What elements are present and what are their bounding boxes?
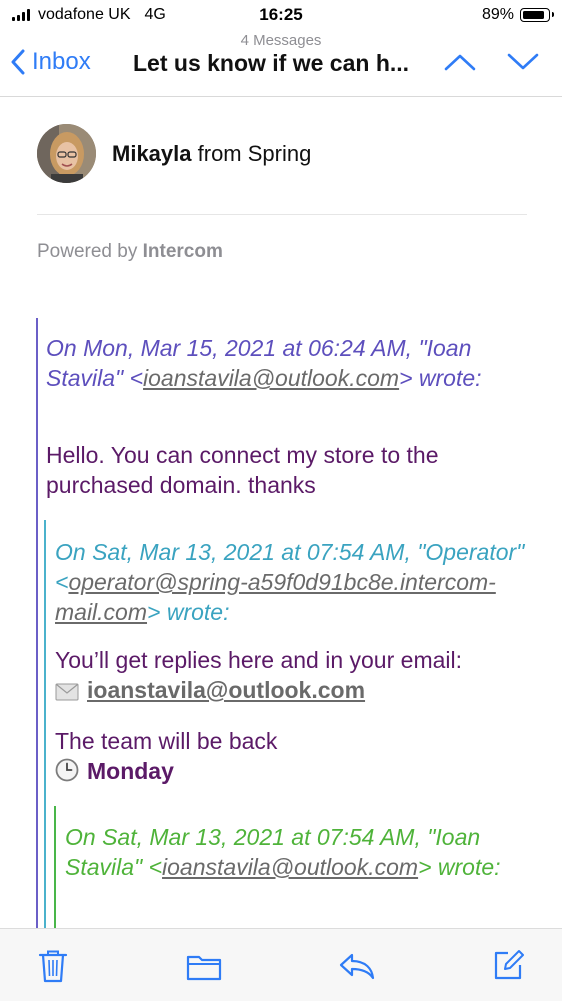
sender-header: Mikayla from Spring [37, 124, 311, 183]
reply-email-link[interactable]: ioanstavila@outlook.com [87, 677, 365, 703]
compose-button[interactable] [492, 949, 524, 986]
chevron-down-icon [507, 53, 539, 70]
folder-icon [186, 955, 222, 981]
previous-message-button[interactable] [443, 52, 477, 77]
trash-button[interactable] [38, 949, 68, 988]
quote1-attribution: On Mon, Mar 15, 2021 at 06:24 AM, "Ioan … [46, 333, 546, 393]
email-subject: Let us know if we can h... [133, 50, 410, 76]
reply-icon [339, 953, 375, 980]
quote2-replies: You’ll get replies here and in your emai… [55, 645, 555, 708]
clock: 16:25 [259, 5, 303, 24]
avatar[interactable] [37, 124, 96, 183]
sender-name[interactable]: Mikayla [112, 141, 192, 166]
chevron-up-icon [444, 54, 476, 71]
back-button[interactable]: Inbox [10, 48, 91, 76]
quote3-email-link[interactable]: ioanstavila@outlook.com [162, 854, 418, 880]
back-label: Inbox [32, 48, 91, 75]
powered-prefix: Powered by [37, 241, 138, 262]
compose-icon [494, 950, 524, 980]
trash-icon [38, 950, 68, 983]
sender-from: from Spring [197, 140, 312, 166]
header-divider [37, 214, 527, 215]
quote2-email-link[interactable]: operator@spring-a59f0d91bc8e.intercom-ma… [55, 569, 496, 625]
quote2-attribution: On Sat, Mar 13, 2021 at 07:54 AM, "Opera… [55, 537, 555, 627]
battery-percent: 89% [481, 6, 514, 23]
powered-brand[interactable]: Intercom [143, 241, 223, 262]
reply-button[interactable] [338, 951, 376, 986]
sender-line: Mikayla from Spring [112, 141, 311, 167]
bottom-toolbar [0, 928, 562, 1001]
chevron-left-icon [11, 49, 25, 75]
status-bar: vodafone UK 4G 16:25 89% [0, 0, 562, 32]
envelope-icon [55, 678, 79, 708]
battery-icon [520, 8, 554, 22]
quote3-attr-suffix: > wrote: [418, 854, 501, 880]
quote1-email-link[interactable]: ioanstavila@outlook.com [143, 365, 399, 391]
quote1-attr-suffix: > wrote: [399, 365, 482, 391]
powered-by: Powered by Intercom [37, 241, 223, 263]
replies-text: You’ll get replies here and in your emai… [55, 647, 463, 673]
team-day: Monday [87, 758, 174, 784]
nav-bar: 4 Messages Inbox Let us know if we can h… [0, 30, 562, 97]
quote3-attribution: On Sat, Mar 13, 2021 at 07:54 AM, "Ioan … [65, 822, 545, 882]
status-right: 89% [481, 6, 554, 24]
quote1-body: Hello. You can connect my store to the p… [46, 442, 439, 498]
quote2-attr-suffix: > wrote: [147, 599, 230, 625]
message-count: 4 Messages [240, 32, 322, 49]
team-text: The team will be back [55, 728, 278, 754]
next-message-button[interactable] [506, 52, 540, 77]
clock-icon [55, 758, 79, 789]
move-folder-button[interactable] [186, 953, 222, 986]
quote2-team: The team will be back Monday [55, 726, 555, 789]
